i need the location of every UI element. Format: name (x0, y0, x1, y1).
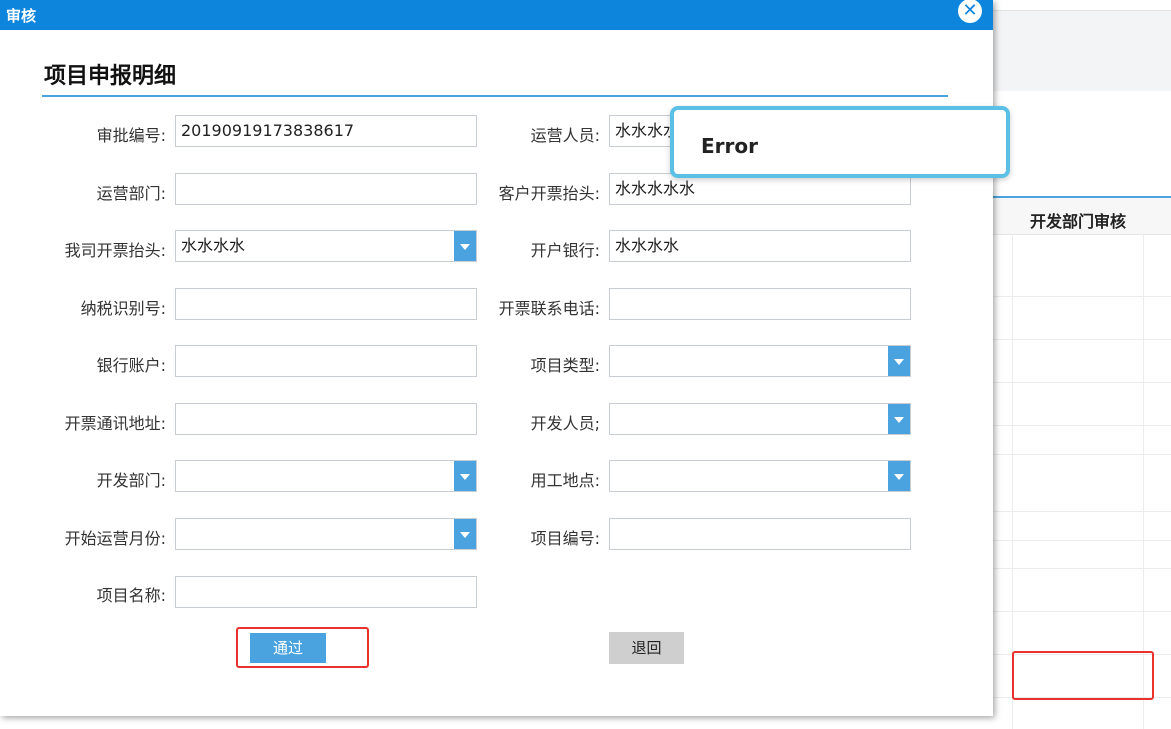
developer-label: 开发人员; (530, 414, 600, 433)
table-row (990, 339, 1171, 340)
invoice-phone-field[interactable] (609, 288, 911, 320)
customer-invoice-title-label: 客户开票抬头: (498, 184, 600, 203)
background-table: 开发部门审核 (990, 196, 1171, 729)
dev-dept-label: 开发部门: (96, 471, 166, 490)
bank-field[interactable]: 水水水水 (609, 230, 911, 262)
invoice-phone-label: 开票联系电话: (498, 299, 600, 318)
ops-dept-label: 运营部门: (96, 184, 166, 203)
project-name-field[interactable] (175, 576, 477, 608)
developer-select[interactable] (609, 403, 911, 435)
bank-account-label: 银行账户: (96, 356, 166, 375)
project-type-label: 项目类型: (530, 356, 600, 375)
chevron-down-icon[interactable] (888, 461, 910, 491)
approval-no-label: 审批编号: (96, 126, 166, 145)
table-row (990, 568, 1171, 569)
table-row (990, 511, 1171, 512)
table-row (990, 540, 1171, 541)
table-header: 开发部门审核 (990, 198, 1171, 235)
operator-label: 运营人员: (530, 126, 600, 145)
table-row (990, 454, 1171, 455)
error-message: Error (701, 134, 758, 158)
section-title: 项目申报明细 (44, 64, 177, 89)
back-button[interactable]: 退回 (609, 632, 684, 664)
dialog-titlebar: 审核 ✕ (0, 0, 993, 30)
chevron-down-icon[interactable] (888, 346, 910, 376)
start-month-label: 开始运营月份: (64, 529, 166, 548)
our-invoice-title-label: 我司开票抬头: (64, 241, 166, 260)
dialog-title: 审核 (6, 7, 37, 25)
invoice-address-label: 开票通讯地址: (64, 414, 166, 433)
table-row (990, 425, 1171, 426)
background-toolbar-area (990, 10, 1171, 91)
table-row (990, 296, 1171, 297)
column-header-dev-dept-review[interactable]: 开发部门审核 (1030, 208, 1126, 232)
project-no-field[interactable] (609, 518, 911, 550)
close-icon[interactable]: ✕ (958, 0, 982, 23)
project-name-label: 项目名称: (96, 586, 166, 605)
chevron-down-icon[interactable] (888, 404, 910, 434)
work-location-select[interactable] (609, 460, 911, 492)
pass-button[interactable]: 通过 (250, 633, 326, 663)
bank-label: 开户银行: (530, 241, 600, 260)
table-row (990, 611, 1171, 612)
error-popup: Error (670, 106, 1010, 178)
table-row (990, 382, 1171, 383)
project-type-select[interactable] (609, 345, 911, 377)
highlight-box-table-cell (1012, 651, 1154, 700)
tax-id-label: 纳税识别号: (80, 299, 166, 318)
project-no-label: 项目编号: (530, 529, 600, 548)
work-location-label: 用工地点: (530, 471, 600, 490)
our-invoice-title-value: 水水水水 (181, 236, 246, 255)
section-divider (42, 95, 948, 97)
